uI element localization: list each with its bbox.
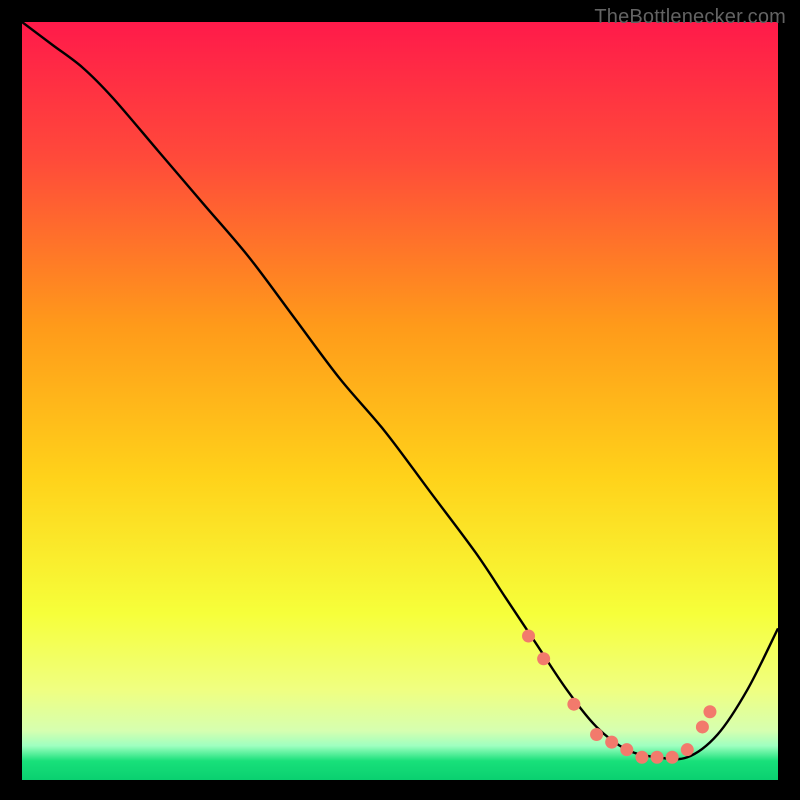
marker-point xyxy=(567,698,580,711)
marker-point xyxy=(681,743,694,756)
marker-point xyxy=(696,720,709,733)
chart-plot xyxy=(22,22,778,780)
marker-point xyxy=(666,751,679,764)
marker-point xyxy=(620,743,633,756)
gradient-bg xyxy=(22,22,778,780)
chart-frame xyxy=(22,22,778,780)
marker-point xyxy=(651,751,664,764)
marker-point xyxy=(703,705,716,718)
marker-point xyxy=(605,736,618,749)
marker-point xyxy=(635,751,648,764)
marker-point xyxy=(590,728,603,741)
marker-point xyxy=(522,629,535,642)
watermark-text: TheBottlenecker.com xyxy=(594,6,786,29)
marker-point xyxy=(537,652,550,665)
